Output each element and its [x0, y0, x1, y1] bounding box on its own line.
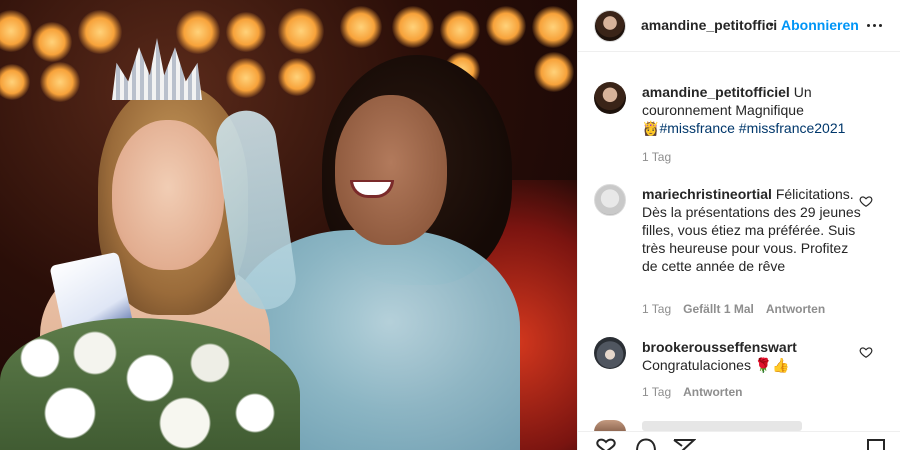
caption-time[interactable]: 1 Tag	[642, 150, 671, 164]
paper-plane-icon[interactable]	[672, 438, 696, 450]
separator-dot: •	[769, 16, 774, 32]
comment-meta: 1 Tag Antworten	[642, 385, 742, 399]
author-avatar[interactable]	[594, 10, 626, 42]
comment-username[interactable]: mariechristineortial	[642, 186, 772, 202]
comment-text-cut	[642, 421, 802, 431]
caption-username[interactable]: amandine_petitofficiel	[642, 84, 790, 100]
more-options-icon[interactable]	[860, 11, 888, 39]
hashtag-link[interactable]: #missfrance2021	[739, 120, 846, 136]
post-photo[interactable]	[0, 0, 577, 450]
comment-time[interactable]: 1 Tag	[642, 385, 671, 399]
comments-list[interactable]: amandine_petitofficiel Un couronnement M…	[578, 53, 900, 431]
caption-body: amandine_petitofficiel Un couronnement M…	[642, 83, 862, 137]
heart-outline-icon[interactable]	[859, 345, 873, 359]
commenter-avatar[interactable]	[594, 337, 626, 369]
comment-body: mariechristineortial Félicitations. Dès …	[642, 185, 862, 275]
follow-button[interactable]: Abonnieren	[781, 17, 859, 33]
caption-avatar[interactable]	[594, 82, 626, 114]
comment-likes[interactable]: Gefällt 1 Mal	[683, 302, 754, 316]
comment-body: brookerousseffenswart Congratulaciones 🌹…	[642, 338, 862, 374]
comment-emoji: 🌹👍	[754, 357, 790, 373]
commenter-avatar[interactable]	[594, 184, 626, 216]
caption-meta: 1 Tag	[642, 150, 671, 164]
author-username[interactable]: amandine_petitoffici	[641, 17, 777, 33]
comment-bubble-icon[interactable]	[634, 438, 658, 450]
comment-username[interactable]: brookerousseffenswart	[642, 339, 797, 355]
comment-meta: 1 Tag Gefällt 1 Mal Antworten	[642, 302, 825, 316]
reply-button[interactable]: Antworten	[683, 385, 742, 399]
reply-button[interactable]: Antworten	[766, 302, 825, 316]
heart-outline-icon[interactable]	[859, 194, 873, 208]
comment-text: Congratulaciones	[642, 357, 751, 373]
comment-time[interactable]: 1 Tag	[642, 302, 671, 316]
heart-outline-icon[interactable]	[594, 438, 618, 450]
post-header: amandine_petitoffici • Abonnieren	[578, 0, 900, 52]
hashtag-link[interactable]: #missfrance	[659, 120, 734, 136]
bookmark-icon[interactable]	[865, 438, 887, 450]
caption-emoji: 👸	[642, 120, 660, 136]
action-bar	[578, 431, 900, 450]
post-side-panel: amandine_petitoffici • Abonnieren amandi…	[577, 0, 900, 450]
